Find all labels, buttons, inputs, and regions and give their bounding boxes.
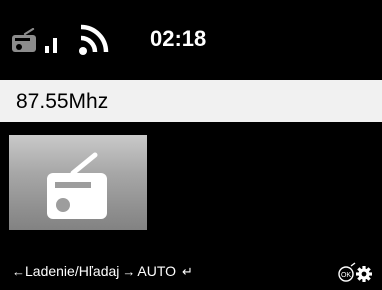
left-arrow-icon: ←: [12, 264, 25, 279]
gear-icon: [356, 266, 372, 282]
radio-icon: [47, 152, 107, 219]
ok-gear-icon: OK: [338, 262, 372, 282]
status-bar: 02:18: [0, 0, 382, 72]
right-arrow-icon: →: [122, 264, 136, 279]
ok-icon: OK: [338, 262, 356, 282]
bottom-hint-bar: ←Ladenie/Hľadaj → AUTO ↵ OK: [0, 255, 382, 285]
svg-text:OK: OK: [341, 272, 351, 279]
radio-mini-icon: [12, 28, 36, 52]
wifi-icon: [79, 24, 109, 55]
station-artwork: [9, 135, 147, 230]
clock: 02:18: [150, 26, 207, 51]
hint-label: Ladenie/Hľadaj: [25, 263, 120, 279]
signal-icon: [45, 38, 57, 53]
hint-mode: AUTO: [137, 263, 177, 279]
tuning-hint: ←Ladenie/Hľadaj → AUTO ↵: [12, 261, 193, 281]
frequency-bar: 87.55Mhz: [0, 80, 382, 122]
frequency-display: 87.55Mhz: [16, 90, 109, 113]
enter-icon: ↵: [182, 264, 193, 279]
